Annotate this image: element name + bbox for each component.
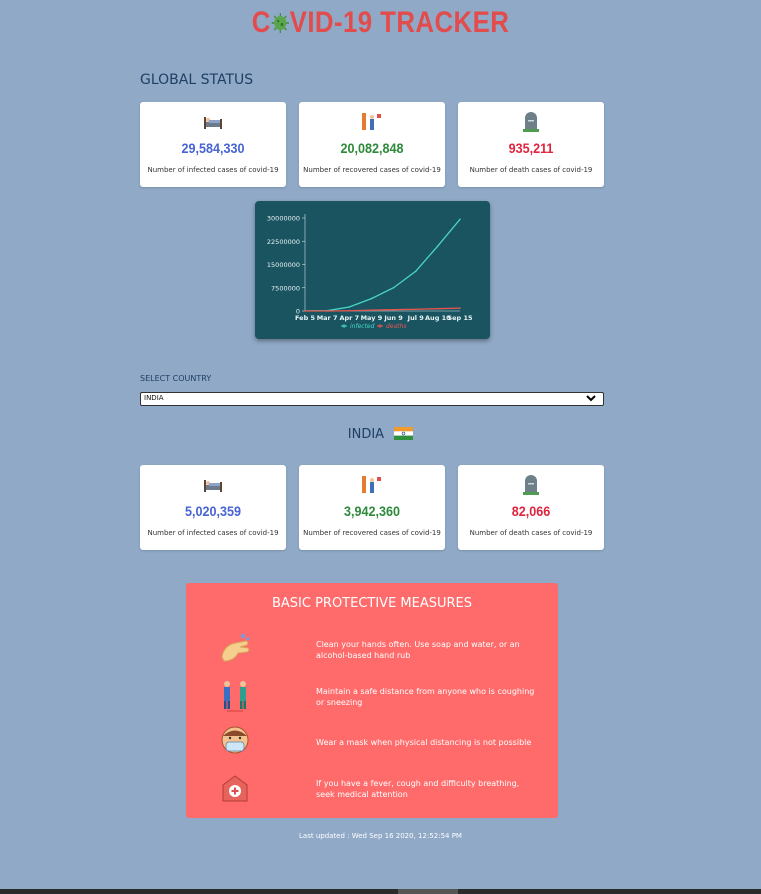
x-tick-label: Sep 15 bbox=[447, 314, 473, 322]
hospital-bed-icon bbox=[204, 480, 222, 492]
x-tick-label: Feb 5 bbox=[295, 314, 316, 322]
data-point-deaths bbox=[326, 310, 328, 312]
title-suffix: VID-19 TRACKER bbox=[289, 6, 510, 39]
country-select[interactable]: INDIA bbox=[140, 392, 604, 406]
measure-item: If you have a fever, cough and difficult… bbox=[186, 771, 558, 811]
x-tick-label: Apr 7 bbox=[339, 314, 359, 322]
recovered-people-icon bbox=[362, 113, 381, 130]
y-tick-label: 22500000 bbox=[267, 238, 300, 246]
x-tick-label: Jul 9 bbox=[407, 314, 425, 322]
measure-item: Maintain a safe distance from anyone who… bbox=[186, 679, 558, 719]
gravestone-icon bbox=[523, 475, 539, 495]
x-tick-label: May 9 bbox=[361, 314, 383, 322]
data-point-deaths bbox=[392, 308, 395, 311]
hospital-icon bbox=[222, 775, 248, 802]
y-tick-label: 15000000 bbox=[267, 261, 300, 269]
series-line-infected bbox=[304, 218, 461, 312]
y-tick-label: 30000000 bbox=[267, 215, 300, 223]
last-updated: Last updated : Wed Sep 16 2020, 12:52:54… bbox=[299, 832, 462, 840]
country-heading: INDIA bbox=[0, 427, 761, 442]
country-infected-desc: Number of infected cases of covid-19 bbox=[147, 529, 279, 537]
data-point-infected bbox=[348, 306, 351, 308]
country-deaths-card: 82,066 Number of death cases of covid-19 bbox=[458, 465, 604, 550]
data-point-deaths bbox=[370, 309, 373, 311]
x-tick-label: Mar 7 bbox=[317, 314, 338, 322]
country-select-value: INDIA bbox=[144, 394, 164, 402]
y-tick-label: 7500000 bbox=[271, 284, 300, 292]
country-deaths-desc: Number of death cases of covid-19 bbox=[469, 529, 593, 537]
measure-text: If you have a fever, cough and difficult… bbox=[316, 779, 520, 799]
global-status-label: GLOBAL STATUS bbox=[140, 72, 254, 88]
protective-measures-panel: BASIC PROTECTIVE MEASURES Clean your han… bbox=[186, 583, 558, 818]
x-tick-label: Jun 9 bbox=[383, 314, 403, 322]
gravestone-icon bbox=[523, 112, 539, 132]
app-title: C VID-19 TRACKER bbox=[53, 6, 707, 40]
data-point-infected bbox=[370, 297, 373, 300]
global-deaths-value: 935,211 bbox=[508, 140, 554, 156]
measure-text: Wear a mask when physical distancing is … bbox=[316, 738, 532, 747]
legend-label: deaths bbox=[386, 323, 406, 330]
global-infected-value: 29,584,330 bbox=[181, 140, 245, 156]
scrollbar-thumb[interactable] bbox=[398, 889, 458, 894]
country-recovered-card: 3,942,360 Number of recovered cases of c… bbox=[299, 465, 445, 550]
title-prefix: C bbox=[251, 6, 271, 39]
measure-item: Wear a mask when physical distancing is … bbox=[186, 724, 558, 764]
face-mask-icon bbox=[221, 726, 249, 754]
country-recovered-desc: Number of recovered cases of covid-19 bbox=[303, 529, 441, 537]
india-flag-icon bbox=[394, 427, 414, 440]
global-recovered-desc: Number of recovered cases of covid-19 bbox=[303, 166, 441, 174]
global-recovered-card: 20,082,848 Number of recovered cases of … bbox=[299, 102, 445, 187]
washing-hands-icon bbox=[221, 634, 250, 662]
country-deaths-value: 82,066 bbox=[511, 503, 551, 519]
measure-item: Clean your hands often. Use soap and wat… bbox=[186, 631, 558, 671]
legend-label: infected bbox=[350, 323, 375, 330]
country-recovered-value: 3,942,360 bbox=[343, 503, 401, 519]
measures-title: BASIC PROTECTIVE MEASURES bbox=[271, 596, 473, 611]
global-deaths-desc: Number of death cases of covid-19 bbox=[469, 166, 593, 174]
global-infected-desc: Number of infected cases of covid-19 bbox=[147, 166, 279, 174]
data-point-deaths bbox=[414, 308, 417, 311]
data-point-deaths bbox=[459, 307, 461, 309]
country-infected-card: 5,020,359 Number of infected cases of co… bbox=[140, 465, 286, 550]
data-point-infected bbox=[414, 270, 417, 273]
global-infected-card: 29,584,330 Number of infected cases of c… bbox=[140, 102, 286, 187]
measure-text: Maintain a safe distance from anyone who… bbox=[316, 687, 535, 707]
global-deaths-card: 935,211 Number of death cases of covid-1… bbox=[458, 102, 604, 187]
horizontal-scrollbar[interactable] bbox=[0, 889, 761, 894]
hospital-bed-icon bbox=[204, 117, 222, 129]
select-country-label: SELECT COUNTRY bbox=[140, 374, 212, 383]
recovered-people-icon bbox=[362, 476, 381, 493]
data-point-deaths bbox=[437, 307, 439, 310]
country-infected-value: 5,020,359 bbox=[184, 503, 242, 519]
measure-text: Clean your hands often. Use soap and wat… bbox=[316, 640, 520, 660]
virus-icon bbox=[271, 13, 289, 33]
global-trend-chart: 0 7500000 15000000 22500000 30000000 Feb 5 Mar… bbox=[255, 201, 490, 339]
data-point-deaths bbox=[348, 309, 351, 312]
data-point-infected bbox=[392, 286, 395, 289]
data-point-infected bbox=[459, 218, 461, 221]
social-distance-icon bbox=[224, 681, 246, 712]
line-chart: 07500000150000002250000030000000Feb 5 Mar… bbox=[267, 214, 473, 330]
chevron-down-icon bbox=[586, 395, 596, 402]
data-point-deaths bbox=[304, 310, 306, 312]
series-line-deaths bbox=[304, 307, 461, 312]
global-recovered-value: 20,082,848 bbox=[340, 140, 404, 156]
data-point-infected bbox=[437, 245, 439, 247]
country-name: INDIA bbox=[347, 427, 385, 442]
